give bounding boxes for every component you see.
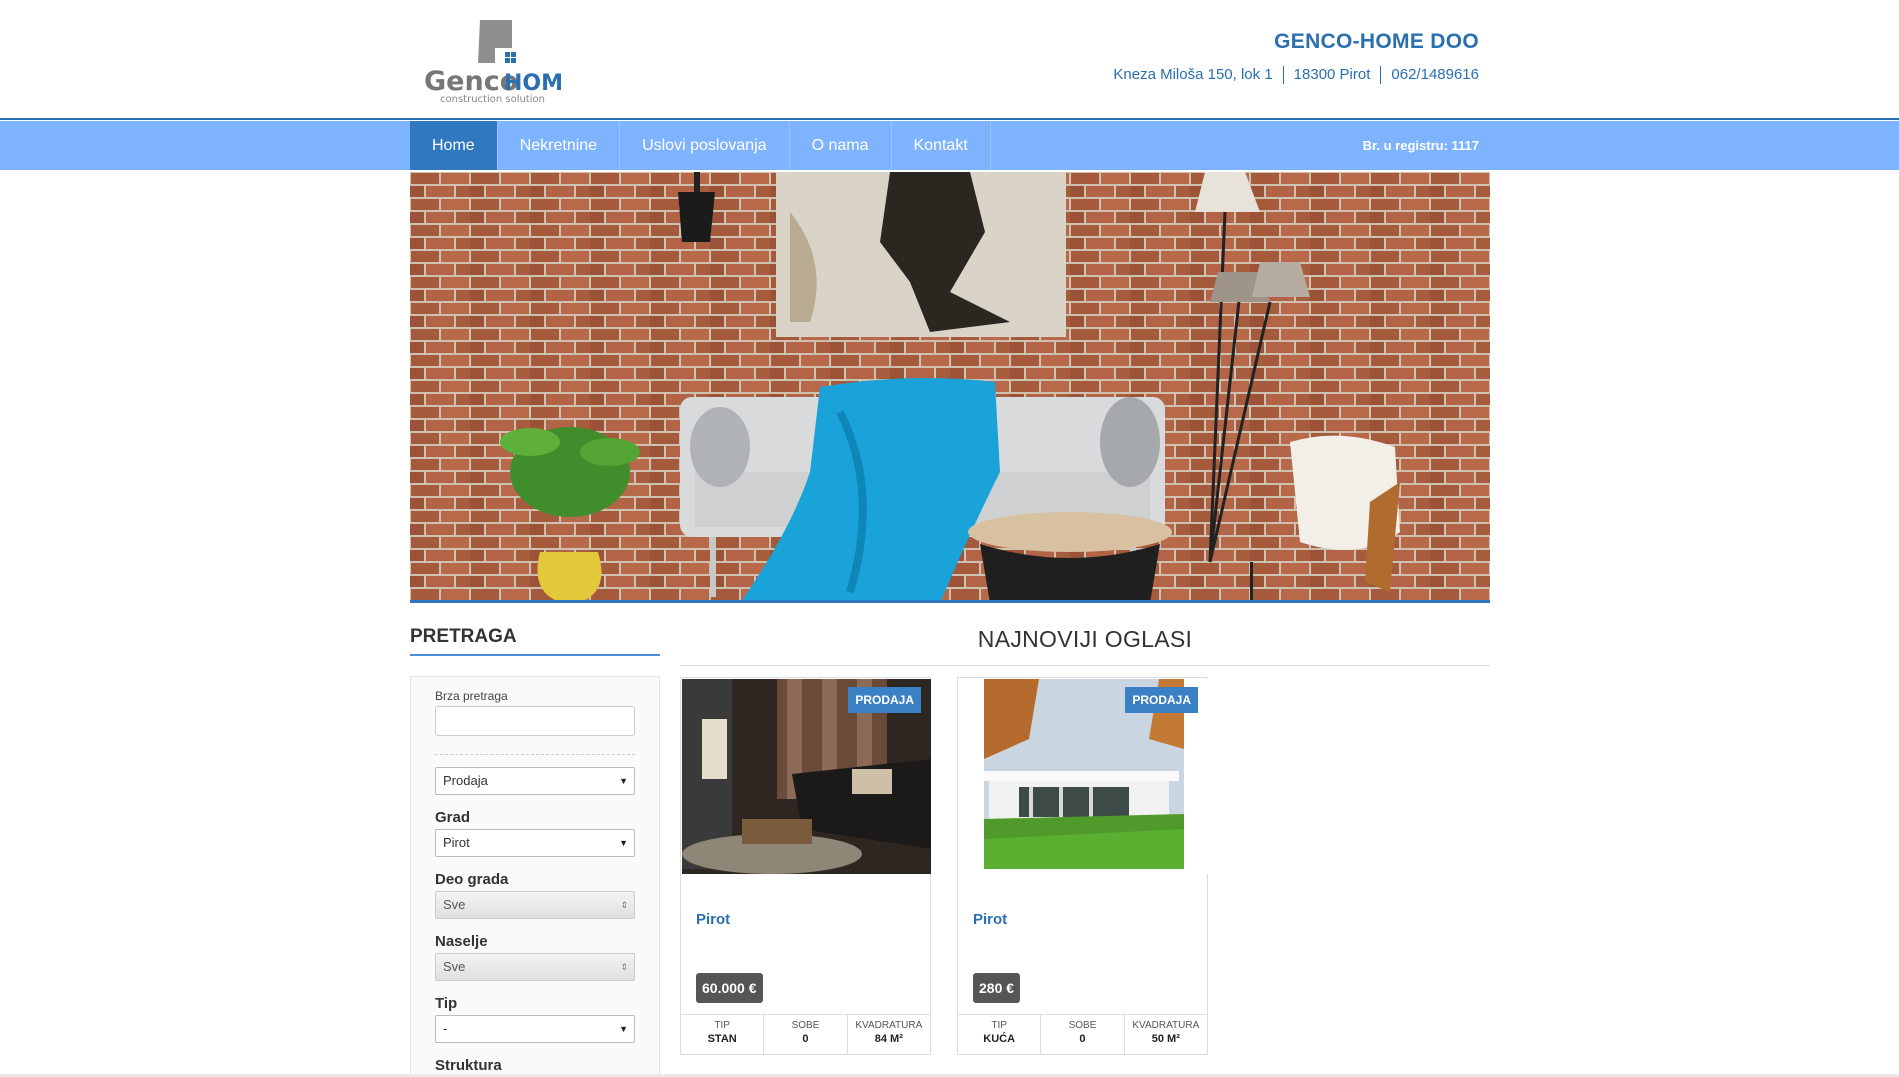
svg-text:construction solution: construction solution [440, 94, 545, 105]
stat-area: KVADRATURA 50 M² [1123, 1015, 1207, 1054]
main-navbar: Home Nekretnine Uslovi poslovanja O nama… [0, 121, 1899, 170]
company-logo[interactable]: Genco HOME construction solution [422, 18, 578, 106]
listing-photo-house[interactable]: PRODAJA [959, 679, 1208, 874]
stat-rooms: SOBE 0 [763, 1015, 846, 1054]
chevron-down-icon: ▼ [619, 838, 628, 848]
stat-label: SOBE [791, 1020, 820, 1031]
district-label: Deo grada [435, 871, 509, 888]
site-header: Genco HOME construction solution GENCO-H… [0, 0, 1899, 120]
offer-badge: PRODAJA [1125, 687, 1198, 713]
company-address: Kneza Miloša 150, lok 1 [1113, 66, 1273, 83]
hero-banner-image [410, 172, 1490, 603]
structure-label: Struktura [435, 1057, 502, 1074]
svg-text:HOME: HOME [504, 71, 562, 96]
stat-label: SOBE [1068, 1020, 1097, 1031]
nav-item-home[interactable]: Home [410, 121, 498, 170]
sidebar-title: PRETRAGA [410, 626, 660, 656]
updown-arrows-icon: ⇕ [620, 900, 628, 910]
offer-type-value: Prodaja [443, 773, 488, 788]
stat-label: TIP [714, 1020, 730, 1031]
nav-item-kontakt[interactable]: Kontakt [892, 121, 991, 170]
stat-rooms: SOBE 0 [1040, 1015, 1123, 1054]
chevron-down-icon: ▼ [619, 776, 628, 786]
quick-search-label: Brza pretraga [435, 689, 508, 703]
listings-title: NAJNOVIJI OGLASI [680, 626, 1490, 666]
listing-stats: TIP STAN SOBE 0 KVADRATURA 84 M² [681, 1014, 930, 1054]
contact-line: Kneza Miloša 150, lok 1 18300 Pirot 062/… [1103, 66, 1479, 84]
quick-search-input[interactable] [435, 706, 635, 736]
city-value: Pirot [443, 835, 470, 850]
city-select[interactable]: Pirot ▼ [435, 829, 635, 857]
search-sidebar: PRETRAGA Brza pretraga Prodaja ▼ Grad Pi… [410, 626, 660, 1077]
stat-value: 0 [1079, 1033, 1086, 1045]
stat-value: 0 [802, 1033, 809, 1045]
company-info: GENCO-HOME DOO Kneza Miloša 150, lok 1 1… [1103, 30, 1479, 84]
stat-label: KVADRATURA [1132, 1020, 1200, 1031]
city-label: Grad [435, 809, 471, 826]
divider [435, 754, 635, 755]
stat-type: TIP KUĆA [958, 1015, 1040, 1054]
settlement-value: Sve [443, 959, 466, 974]
listing-price: 280 € [973, 973, 1021, 1003]
company-name: GENCO-HOME DOO [1274, 30, 1479, 53]
offer-badge: PRODAJA [848, 687, 921, 713]
listing-stats: TIP KUĆA SOBE 0 KVADRATURA 50 M² [958, 1014, 1207, 1054]
listing-city[interactable]: Pirot [696, 911, 730, 928]
stat-label: KVADRATURA [855, 1020, 923, 1031]
type-select[interactable]: - ▼ [435, 1015, 635, 1043]
offer-type-select[interactable]: Prodaja ▼ [435, 767, 635, 795]
nav-item-uslovi-poslovanja[interactable]: Uslovi poslovanja [620, 121, 790, 170]
company-city: 18300 Pirot [1282, 66, 1381, 84]
district-select[interactable]: Sve ⇕ [435, 891, 635, 919]
updown-arrows-icon: ⇕ [620, 962, 628, 972]
company-phone[interactable]: 062/1489616 [1380, 66, 1479, 84]
listing-card[interactable]: PRODAJA Pirot 280 € TIP KUĆA SOBE 0 KVAD… [957, 677, 1208, 1055]
stat-value: STAN [707, 1033, 737, 1045]
stat-label: TIP [991, 1020, 1007, 1031]
district-value: Sve [443, 897, 466, 912]
chevron-down-icon: ▼ [619, 1024, 628, 1034]
stat-value: 50 M² [1151, 1033, 1180, 1045]
type-value: - [443, 1021, 448, 1036]
listing-city[interactable]: Pirot [973, 911, 1007, 928]
listing-card[interactable]: PRODAJA Pirot 60.000 € TIP STAN SOBE 0 K… [680, 677, 931, 1055]
stat-value: 84 M² [874, 1033, 903, 1045]
stat-area: KVADRATURA 84 M² [846, 1015, 930, 1054]
settlement-select[interactable]: Sve ⇕ [435, 953, 635, 981]
registry-number: Br. u registru: 1117 [1362, 138, 1479, 153]
search-form: Brza pretraga Prodaja ▼ Grad Pirot ▼ Deo… [410, 676, 660, 1077]
nav-item-nekretnine[interactable]: Nekretnine [498, 121, 621, 170]
nav-item-o-nama[interactable]: O nama [790, 121, 892, 170]
listing-cards: PRODAJA Pirot 60.000 € TIP STAN SOBE 0 K… [680, 677, 1490, 1055]
listing-photo-living-room[interactable]: PRODAJA [682, 679, 931, 874]
settlement-label: Naselje [435, 933, 488, 950]
latest-listings: NAJNOVIJI OGLASI PRODAJA Pirot 60.000 € … [680, 626, 1490, 1055]
nav-menu: Home Nekretnine Uslovi poslovanja O nama… [410, 121, 991, 170]
stat-type: TIP STAN [681, 1015, 763, 1054]
type-label: Tip [435, 995, 458, 1012]
listing-price: 60.000 € [696, 973, 763, 1003]
stat-value: KUĆA [983, 1033, 1016, 1045]
